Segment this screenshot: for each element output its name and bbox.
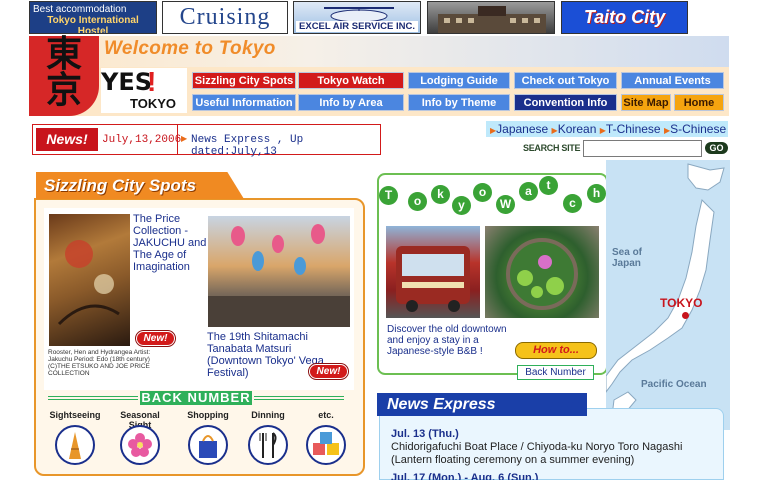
sizzling-title: Sizzling City Spots [36,172,244,199]
jakuchu-link[interactable]: The Price Collection - JAKUCHU and The A… [133,213,209,273]
excel-air-banner[interactable]: EXCEL AIR SERVICE INC. [293,1,421,34]
news-ticker[interactable]: News! July,13,2006 ▶ News Express , Up d… [32,124,381,158]
nav-check-out-tokyo[interactable]: Check out Tokyo [514,72,617,89]
hostel-banner-line2: Tokyo International Hostel [47,15,139,34]
welcome-title: Welcome to Tokyo [104,38,276,59]
news-arrow-icon: ▶ [181,134,188,143]
abc-blocks-icon[interactable] [306,425,346,465]
yes-tokyo-logo[interactable]: YES ! TOKYO [101,66,187,113]
nav-home[interactable]: Home [674,94,724,111]
news-express-item[interactable]: Chidorigafuchi Boat Place / Chiyoda-ku N… [391,441,711,467]
tokyo-watch-letter: o [408,192,427,211]
cruising-banner[interactable]: Cruising [162,1,288,34]
search-input[interactable] [583,140,702,157]
pacific-ocean-label: Pacific Ocean [641,379,707,390]
nav-site-map[interactable]: Site Map [621,94,671,111]
news-express-date: Jul. 17 (Mon.) - Aug. 6 (Sun.) [391,472,539,480]
tokyo-watch-letter: h [587,184,606,203]
category-label: Dinning [251,410,285,420]
lang-t-chinese[interactable]: T-Chinese [606,122,661,136]
nav-lodging-guide[interactable]: Lodging Guide [408,72,510,89]
page: Best accommodation Tokyo International H… [0,0,760,480]
nav-annual-events[interactable]: Annual Events [621,72,724,89]
lang-s-chinese[interactable]: S-Chinese [670,122,726,136]
tokyo-watch-letter: t [539,176,558,195]
tokyo-watch-letter: W [496,195,515,214]
water-lily-bowl-photo[interactable] [485,226,599,318]
taito-city-banner-label: Taito City [583,7,666,27]
news-tag: News! [36,128,98,151]
shopping-bag-icon[interactable] [188,425,228,465]
how-to-button[interactable]: How to... [515,342,597,359]
cruising-banner-label: Cruising [179,4,271,30]
sightseeing-icon[interactable] [55,425,95,465]
dining-utensils-icon[interactable] [248,425,288,465]
exclamation-icon: ! [147,66,157,97]
nav-sizzling-city-spots[interactable]: Sizzling City Spots [192,72,296,89]
news-text[interactable]: News Express , Up dated:July,13 [191,134,380,158]
nav-useful-information[interactable]: Useful Information [192,94,296,111]
tokyo-watch-letter: o [473,183,492,202]
new-badge[interactable]: New! [309,364,348,379]
tokyo-watch-letter: T [379,186,398,205]
seasonal-flower-icon[interactable] [120,425,160,465]
yes-logo-sub: TOKYO [130,96,176,111]
nav-info-by-theme[interactable]: Info by Theme [408,94,510,111]
tokyo-marker-label: TOKYO [660,296,703,310]
nav-info-by-area[interactable]: Info by Area [298,94,404,111]
nav-tokyo-watch[interactable]: Tokyo Watch [298,72,404,89]
lang-japanese[interactable]: Japanese [496,122,548,136]
news-divider [177,125,178,154]
lang-korean[interactable]: Korean [558,122,597,136]
hostel-banner-line1: Best accommodation [33,4,127,15]
tokyo-watch-letter: k [431,185,450,204]
hostel-banner[interactable]: Best accommodation Tokyo International H… [29,1,157,34]
language-bar: ▶Japanese ▶Korean ▶T-Chinese ▶S-Chinese [486,121,728,137]
painting-credit: Rooster, Hen and Hydrangea Artist: Jakuc… [48,349,151,377]
nav-convention-info[interactable]: Convention Info [514,94,617,111]
sea-of-japan-label: Sea of Japan [612,247,643,269]
yes-logo-text: YES [101,68,153,96]
category-label: etc. [318,410,334,420]
building-photo-banner[interactable] [427,1,555,34]
news-date: July,13,2006 [102,134,182,146]
tokyo-watch-letter: c [563,194,582,213]
retro-bus-photo[interactable] [386,226,480,318]
sizzling-back-number[interactable]: BACK NUMBER [140,391,252,405]
category-label: Shopping [187,410,229,420]
logo-kanji-2: 京 [45,69,82,111]
category-label: Sightseeing [49,410,101,420]
divider [48,396,138,400]
divider [254,396,344,400]
new-badge[interactable]: New! [136,331,175,346]
logo-kanji-1: 東 [45,33,82,75]
search-label: SEARCH SITE [523,143,581,153]
tokyo-watch-letter: y [452,196,471,215]
excel-air-banner-label: EXCEL AIR SERVICE INC. [296,21,418,32]
tokyo-marker-icon[interactable] [682,312,689,319]
news-express-date: Jul. 13 (Thu.) [391,428,459,440]
tokyo-watch-letter: a [519,182,538,201]
taito-city-banner[interactable]: Taito City [561,1,688,34]
station-building-photo [438,6,546,33]
search-go-button[interactable]: GO [705,142,728,154]
tokyo-watch-description: Discover the old downtown and enjoy a st… [387,324,507,357]
tokyo-kanji-logo[interactable]: 東 京 [29,36,99,116]
tokyo-watch-back-number[interactable]: Back Number [517,365,594,380]
tanabata-festival-image[interactable] [208,216,350,327]
rooster-painting-image[interactable] [49,214,130,346]
